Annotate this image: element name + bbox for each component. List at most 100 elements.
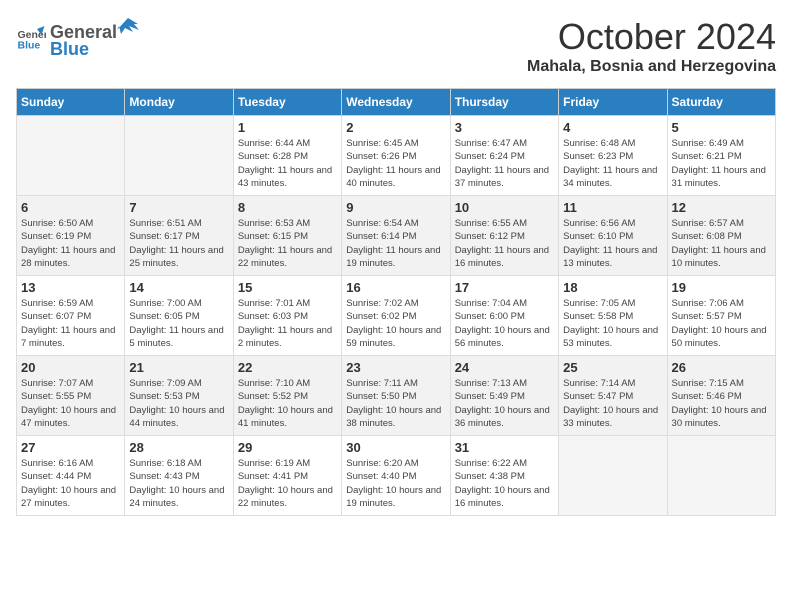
day-cell: [17, 116, 125, 196]
header-day-tuesday: Tuesday: [233, 89, 341, 116]
week-row-4: 20 Sunrise: 7:07 AMSunset: 5:55 PMDayligh…: [17, 356, 776, 436]
day-info: Sunrise: 6:16 AMSunset: 4:44 PMDaylight:…: [21, 457, 120, 510]
day-info: Sunrise: 6:54 AMSunset: 6:14 PMDaylight:…: [346, 217, 445, 270]
day-info: Sunrise: 6:18 AMSunset: 4:43 PMDaylight:…: [129, 457, 228, 510]
day-number: 27: [21, 440, 120, 455]
day-number: 21: [129, 360, 228, 375]
day-number: 1: [238, 120, 337, 135]
day-number: 30: [346, 440, 445, 455]
day-number: 25: [563, 360, 662, 375]
day-number: 11: [563, 200, 662, 215]
day-cell: 27 Sunrise: 6:16 AMSunset: 4:44 PMDayligh…: [17, 436, 125, 516]
svg-text:Blue: Blue: [18, 40, 41, 52]
day-info: Sunrise: 6:47 AMSunset: 6:24 PMDaylight:…: [455, 137, 554, 190]
day-cell: 2 Sunrise: 6:45 AMSunset: 6:26 PMDaylight…: [342, 116, 450, 196]
day-cell: 19 Sunrise: 7:06 AMSunset: 5:57 PMDayligh…: [667, 276, 775, 356]
day-number: 13: [21, 280, 120, 295]
day-cell: 11 Sunrise: 6:56 AMSunset: 6:10 PMDayligh…: [559, 196, 667, 276]
day-number: 15: [238, 280, 337, 295]
day-info: Sunrise: 6:48 AMSunset: 6:23 PMDaylight:…: [563, 137, 662, 190]
day-cell: [667, 436, 775, 516]
day-number: 31: [455, 440, 554, 455]
day-cell: 22 Sunrise: 7:10 AMSunset: 5:52 PMDayligh…: [233, 356, 341, 436]
week-row-5: 27 Sunrise: 6:16 AMSunset: 4:44 PMDayligh…: [17, 436, 776, 516]
day-cell: 24 Sunrise: 7:13 AMSunset: 5:49 PMDayligh…: [450, 356, 558, 436]
day-cell: 3 Sunrise: 6:47 AMSunset: 6:24 PMDaylight…: [450, 116, 558, 196]
day-cell: 23Sunrise: 7:11 AMSunset: 5:50 PMDayligh…: [342, 356, 450, 436]
day-number: 4: [563, 120, 662, 135]
day-number: 3: [455, 120, 554, 135]
day-cell: 9 Sunrise: 6:54 AMSunset: 6:14 PMDaylight…: [342, 196, 450, 276]
day-number: 9: [346, 200, 445, 215]
day-info: Sunrise: 7:10 AMSunset: 5:52 PMDaylight:…: [238, 377, 337, 430]
day-info: Sunrise: 7:04 AMSunset: 6:00 PMDaylight:…: [455, 297, 554, 350]
day-info: Sunrise: 7:09 AMSunset: 5:53 PMDaylight:…: [129, 377, 228, 430]
day-cell: [125, 116, 233, 196]
day-info: Sunrise: 7:02 AMSunset: 6:02 PMDaylight:…: [346, 297, 445, 350]
day-number: 7: [129, 200, 228, 215]
day-info: Sunrise: 6:50 AMSunset: 6:19 PMDaylight:…: [21, 217, 120, 270]
day-number: 28: [129, 440, 228, 455]
day-info: Sunrise: 7:00 AMSunset: 6:05 PMDaylight:…: [129, 297, 228, 350]
header-day-monday: Monday: [125, 89, 233, 116]
day-cell: 7 Sunrise: 6:51 AMSunset: 6:17 PMDaylight…: [125, 196, 233, 276]
title-area: October 2024 Mahala, Bosnia and Herzegov…: [527, 16, 776, 76]
day-number: 18: [563, 280, 662, 295]
day-cell: 31Sunrise: 6:22 AMSunset: 4:38 PMDayligh…: [450, 436, 558, 516]
day-cell: 28 Sunrise: 6:18 AMSunset: 4:43 PMDayligh…: [125, 436, 233, 516]
day-info: Sunrise: 6:56 AMSunset: 6:10 PMDaylight:…: [563, 217, 662, 270]
day-number: 14: [129, 280, 228, 295]
day-cell: 18Sunrise: 7:05 AMSunset: 5:58 PMDayligh…: [559, 276, 667, 356]
day-info: Sunrise: 6:59 AMSunset: 6:07 PMDaylight:…: [21, 297, 120, 350]
day-info: Sunrise: 6:57 AMSunset: 6:08 PMDaylight:…: [672, 217, 771, 270]
day-number: 2: [346, 120, 445, 135]
logo-icon: General Blue: [16, 23, 46, 53]
day-info: Sunrise: 6:20 AMSunset: 4:40 PMDaylight:…: [346, 457, 445, 510]
day-cell: 8Sunrise: 6:53 AMSunset: 6:15 PMDaylight…: [233, 196, 341, 276]
day-cell: 25 Sunrise: 7:14 AMSunset: 5:47 PMDayligh…: [559, 356, 667, 436]
location-title: Mahala, Bosnia and Herzegovina: [527, 58, 776, 76]
day-info: Sunrise: 7:01 AMSunset: 6:03 PMDaylight:…: [238, 297, 337, 350]
day-number: 22: [238, 360, 337, 375]
day-cell: [559, 436, 667, 516]
calendar-table: SundayMondayTuesdayWednesdayThursdayFrid…: [16, 88, 776, 516]
day-info: Sunrise: 7:15 AMSunset: 5:46 PMDaylight:…: [672, 377, 771, 430]
day-cell: 14 Sunrise: 7:00 AMSunset: 6:05 PMDayligh…: [125, 276, 233, 356]
day-cell: 6 Sunrise: 6:50 AMSunset: 6:19 PMDaylight…: [17, 196, 125, 276]
day-info: Sunrise: 7:13 AMSunset: 5:49 PMDaylight:…: [455, 377, 554, 430]
week-row-2: 6 Sunrise: 6:50 AMSunset: 6:19 PMDaylight…: [17, 196, 776, 276]
day-number: 17: [455, 280, 554, 295]
header-day-friday: Friday: [559, 89, 667, 116]
day-number: 8: [238, 200, 337, 215]
logo: General Blue General Blue: [16, 16, 139, 60]
day-info: Sunrise: 6:45 AMSunset: 6:26 PMDaylight:…: [346, 137, 445, 190]
day-info: Sunrise: 6:55 AMSunset: 6:12 PMDaylight:…: [455, 217, 554, 270]
day-info: Sunrise: 7:07 AMSunset: 5:55 PMDaylight:…: [21, 377, 120, 430]
day-number: 29: [238, 440, 337, 455]
week-row-3: 13 Sunrise: 6:59 AMSunset: 6:07 PMDayligh…: [17, 276, 776, 356]
day-cell: 12 Sunrise: 6:57 AMSunset: 6:08 PMDayligh…: [667, 196, 775, 276]
day-cell: 29 Sunrise: 6:19 AMSunset: 4:41 PMDayligh…: [233, 436, 341, 516]
day-info: Sunrise: 6:49 AMSunset: 6:21 PMDaylight:…: [672, 137, 771, 190]
day-info: Sunrise: 7:06 AMSunset: 5:57 PMDaylight:…: [672, 297, 771, 350]
header-day-wednesday: Wednesday: [342, 89, 450, 116]
day-number: 20: [21, 360, 120, 375]
week-row-1: 1 Sunrise: 6:44 AMSunset: 6:28 PMDaylight…: [17, 116, 776, 196]
day-info: Sunrise: 7:11 AMSunset: 5:50 PMDaylight:…: [346, 377, 445, 430]
day-cell: 30 Sunrise: 6:20 AMSunset: 4:40 PMDayligh…: [342, 436, 450, 516]
header-day-thursday: Thursday: [450, 89, 558, 116]
day-number: 19: [672, 280, 771, 295]
day-info: Sunrise: 6:51 AMSunset: 6:17 PMDaylight:…: [129, 217, 228, 270]
day-number: 6: [21, 200, 120, 215]
day-info: Sunrise: 7:14 AMSunset: 5:47 PMDaylight:…: [563, 377, 662, 430]
day-cell: 16Sunrise: 7:02 AMSunset: 6:02 PMDayligh…: [342, 276, 450, 356]
day-info: Sunrise: 6:19 AMSunset: 4:41 PMDaylight:…: [238, 457, 337, 510]
day-number: 24: [455, 360, 554, 375]
day-cell: 20 Sunrise: 7:07 AMSunset: 5:55 PMDayligh…: [17, 356, 125, 436]
day-info: Sunrise: 6:44 AMSunset: 6:28 PMDaylight:…: [238, 137, 337, 190]
header-row: SundayMondayTuesdayWednesdayThursdayFrid…: [17, 89, 776, 116]
day-cell: 13 Sunrise: 6:59 AMSunset: 6:07 PMDayligh…: [17, 276, 125, 356]
day-number: 12: [672, 200, 771, 215]
day-cell: 21 Sunrise: 7:09 AMSunset: 5:53 PMDayligh…: [125, 356, 233, 436]
day-cell: 1 Sunrise: 6:44 AMSunset: 6:28 PMDaylight…: [233, 116, 341, 196]
